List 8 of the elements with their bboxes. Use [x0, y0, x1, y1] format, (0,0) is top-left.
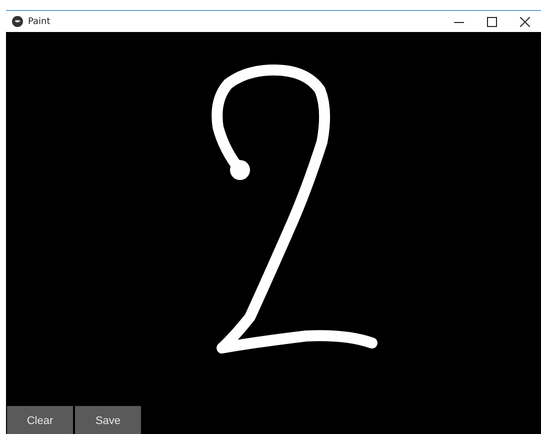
- close-icon: [520, 16, 530, 26]
- maximize-icon: [486, 16, 496, 26]
- drawing-canvas[interactable]: Clear Save: [6, 32, 541, 434]
- action-button[interactable]: Clear: [7, 406, 73, 434]
- brush-dot: [230, 160, 250, 180]
- app-icon: [12, 16, 23, 27]
- action-button[interactable]: Save: [75, 406, 141, 434]
- window-title: Paint: [28, 16, 50, 26]
